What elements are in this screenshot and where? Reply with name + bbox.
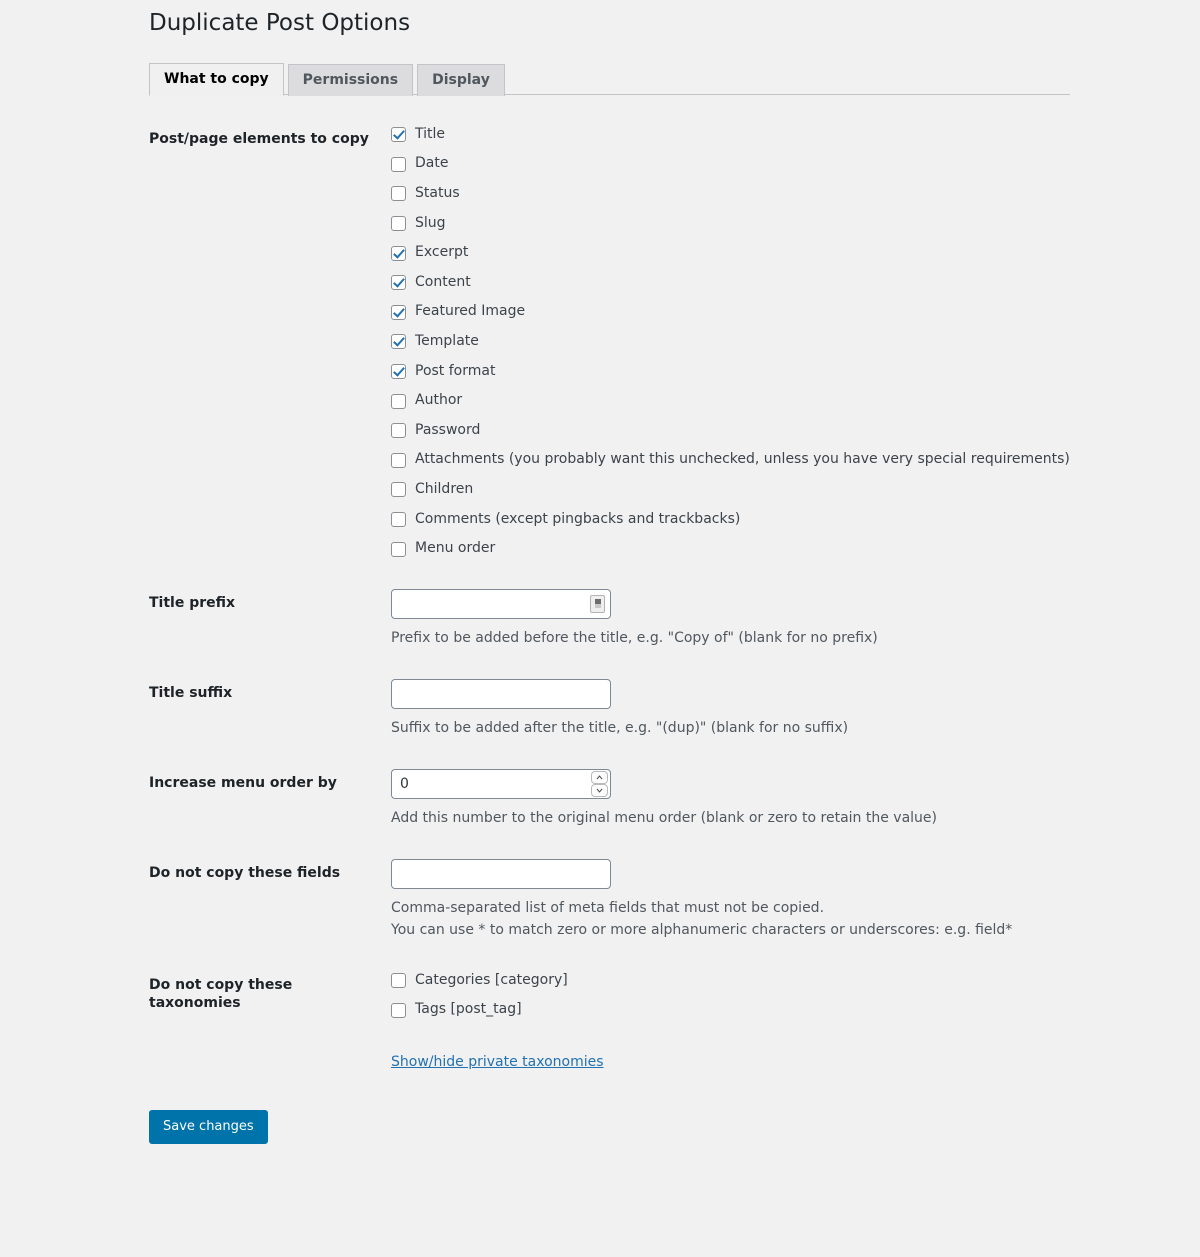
title-suffix-input[interactable] <box>391 678 611 709</box>
checkbox-label-slug: Slug <box>415 214 446 231</box>
checkbox-label-password: Password <box>415 421 481 438</box>
checkbox-post-format[interactable] <box>391 363 406 379</box>
description-title-suffix: Suffix to be added after the title, e.g.… <box>391 719 849 736</box>
checkbox-comments[interactable] <box>391 511 406 527</box>
checkbox-label-excerpt: Excerpt <box>415 244 469 261</box>
checkbox-row-template[interactable]: Template <box>391 332 1139 352</box>
checkbox-attachments[interactable] <box>391 452 406 468</box>
spinner-up-icon[interactable] <box>591 770 608 784</box>
checkbox-password[interactable] <box>391 423 406 439</box>
checkbox-label-menu-order: Menu order <box>415 540 496 557</box>
checkbox-date[interactable] <box>391 156 406 172</box>
description-menu-order: Add this number to the original menu ord… <box>391 809 937 826</box>
checkbox-row-menu-order[interactable]: Menu order <box>391 539 1139 559</box>
options-form-table: Post/page elements to copy Title Date St… <box>149 115 1149 1088</box>
checkbox-row-children[interactable]: Children <box>391 480 1139 500</box>
row-do-not-copy-fields: Do not copy these fields Comma-separated… <box>149 844 1149 956</box>
description-do-not-copy-fields-2: You can use * to match zero or more alph… <box>391 921 1013 938</box>
checkbox-label-content: Content <box>415 273 471 290</box>
label-title-suffix: Title suffix <box>149 684 233 701</box>
checkbox-row-featured-image[interactable]: Featured Image <box>391 302 1139 322</box>
row-title-prefix: Title prefix Prefix to be added before t… <box>149 574 1149 664</box>
checkbox-row-author[interactable]: Author <box>391 391 1139 411</box>
checkbox-label-author: Author <box>415 392 463 409</box>
title-suffix-input-shell <box>391 678 611 709</box>
menu-order-input[interactable] <box>391 768 611 799</box>
checkbox-label-title: Title <box>415 125 446 142</box>
row-title-suffix: Title suffix Suffix to be added after th… <box>149 664 1149 754</box>
submit-area: Save changes <box>149 1088 1200 1144</box>
checkbox-menu-order[interactable] <box>391 541 406 557</box>
checkbox-label-children: Children <box>415 481 474 498</box>
checkbox-tags[interactable] <box>391 1002 406 1018</box>
description-title-prefix: Prefix to be added before the title, e.g… <box>391 629 878 646</box>
title-prefix-input[interactable] <box>391 588 611 619</box>
cell-title-suffix: Suffix to be added after the title, e.g.… <box>381 664 1149 754</box>
checkbox-label-status: Status <box>415 185 460 202</box>
checkbox-row-password[interactable]: Password <box>391 421 1139 441</box>
checkbox-label-featured-image: Featured Image <box>415 303 526 320</box>
checkbox-excerpt[interactable] <box>391 245 406 261</box>
label-do-not-copy-fields: Do not copy these fields <box>149 864 341 881</box>
checkbox-content[interactable] <box>391 275 406 291</box>
spinner-down-icon[interactable] <box>591 783 608 797</box>
show-hide-private-taxonomies-link[interactable]: Show/hide private taxonomies <box>391 1052 604 1073</box>
checkbox-row-attachments[interactable]: Attachments (you probably want this unch… <box>391 450 1139 470</box>
checkbox-label-categories: Categories [category] <box>415 971 568 988</box>
checkbox-categories[interactable] <box>391 973 406 989</box>
checkbox-label-attachments: Attachments (you probably want this unch… <box>415 451 1070 468</box>
checkbox-row-tags[interactable]: Tags [post_tag] <box>391 1000 1139 1020</box>
checkbox-row-date[interactable]: Date <box>391 154 1139 174</box>
checkbox-row-title[interactable]: Title <box>391 125 1139 145</box>
checkbox-row-content[interactable]: Content <box>391 273 1139 293</box>
tab-permissions[interactable]: Permissions <box>287 63 414 96</box>
checkbox-row-excerpt[interactable]: Excerpt <box>391 243 1139 263</box>
label-post-elements: Post/page elements to copy <box>149 130 369 147</box>
label-title-prefix: Title prefix <box>149 594 236 611</box>
title-prefix-input-shell <box>391 588 611 619</box>
do-not-copy-fields-input[interactable] <box>391 858 611 889</box>
row-menu-order: Increase menu order by Add <box>149 754 1149 844</box>
checkbox-label-comments: Comments (except pingbacks and trackback… <box>415 510 741 527</box>
cell-title-prefix: Prefix to be added before the title, e.g… <box>381 574 1149 664</box>
do-not-copy-fields-input-shell <box>391 858 611 889</box>
checkbox-template[interactable] <box>391 334 406 350</box>
label-menu-order: Increase menu order by <box>149 774 337 791</box>
cell-menu-order: Add this number to the original menu ord… <box>381 754 1149 844</box>
post-elements-checkbox-group: Title Date Status Slug Excerpt Content F… <box>381 115 1149 574</box>
checkbox-author[interactable] <box>391 393 406 409</box>
row-post-elements: Post/page elements to copy Title Date St… <box>149 115 1149 574</box>
checkbox-label-template: Template <box>415 333 479 350</box>
checkbox-status[interactable] <box>391 186 406 202</box>
checkbox-slug[interactable] <box>391 215 406 231</box>
checkbox-label-post-format: Post format <box>415 362 496 379</box>
checkbox-featured-image[interactable] <box>391 304 406 320</box>
description-do-not-copy-fields-1: Comma-separated list of meta fields that… <box>391 899 825 916</box>
tab-bar: What to copy Permissions Display <box>149 62 1070 96</box>
row-do-not-copy-taxonomies: Do not copy these taxonomies Categories … <box>149 956 1149 1088</box>
cell-do-not-copy-taxonomies: Categories [category] Tags [post_tag] Sh… <box>381 956 1149 1088</box>
checkbox-title[interactable] <box>391 127 406 143</box>
tab-display[interactable]: Display <box>417 63 505 96</box>
checkbox-row-comments[interactable]: Comments (except pingbacks and trackback… <box>391 510 1139 530</box>
cell-do-not-copy-fields: Comma-separated list of meta fields that… <box>381 844 1149 956</box>
label-do-not-copy-taxonomies: Do not copy these taxonomies <box>149 976 293 1011</box>
checkbox-row-post-format[interactable]: Post format <box>391 362 1139 382</box>
menu-order-input-shell <box>391 768 611 799</box>
checkbox-row-categories[interactable]: Categories [category] <box>391 971 1139 991</box>
checkbox-label-tags: Tags [post_tag] <box>415 1001 522 1018</box>
checkbox-label-date: Date <box>415 155 449 172</box>
number-spinner[interactable] <box>591 770 608 797</box>
page-title: Duplicate Post Options <box>149 10 411 36</box>
checkbox-row-slug[interactable]: Slug <box>391 214 1139 234</box>
checkbox-children[interactable] <box>391 482 406 498</box>
options-page: Duplicate Post Options What to copy Permi… <box>0 0 1200 1144</box>
checkbox-row-status[interactable]: Status <box>391 184 1139 204</box>
save-changes-button[interactable]: Save changes <box>149 1109 268 1144</box>
tab-what-to-copy[interactable]: What to copy <box>149 62 284 96</box>
